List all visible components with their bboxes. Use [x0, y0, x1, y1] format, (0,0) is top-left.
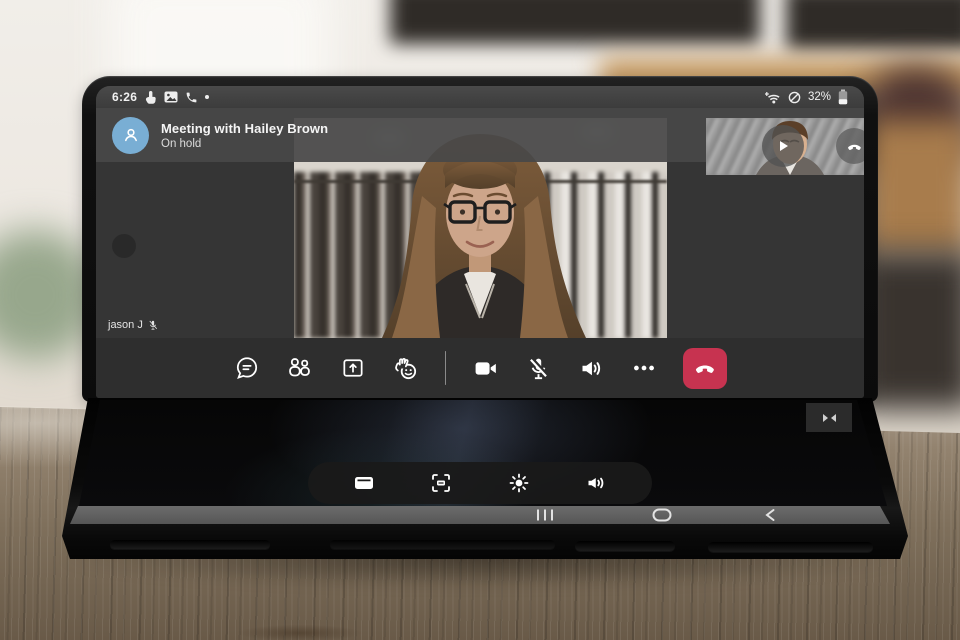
back-icon — [763, 508, 777, 522]
more-button[interactable] — [630, 354, 658, 382]
do-not-disturb-icon — [788, 91, 801, 104]
scene: 6:26 — [0, 0, 960, 640]
recents-icon — [536, 509, 554, 521]
mic-button[interactable] — [524, 354, 552, 382]
nav-back-button[interactable] — [755, 506, 785, 524]
camera-button[interactable] — [471, 354, 499, 382]
hangup-button[interactable] — [683, 348, 727, 389]
self-view-hangup-button[interactable] — [836, 128, 864, 164]
gallery-icon — [164, 91, 178, 103]
device-edge-groove — [110, 540, 270, 549]
flex-panel-collapse-button[interactable] — [806, 403, 852, 432]
meeting-title: Meeting with Hailey Brown — [161, 121, 328, 136]
upper-screen: 6:26 — [96, 86, 864, 398]
meeting-stage: Meeting with Hailey Brown On hold jason … — [96, 108, 864, 338]
screen-capture-icon — [429, 471, 453, 495]
device-edge-groove — [708, 542, 873, 552]
meeting-status: On hold — [161, 138, 328, 150]
brightness-button[interactable] — [507, 471, 531, 495]
share-screen-button[interactable] — [339, 354, 367, 382]
phone-call-icon — [185, 91, 198, 104]
person-icon — [121, 125, 141, 145]
chat-icon — [234, 355, 260, 381]
avatar — [112, 117, 149, 154]
participant-label: jason J — [108, 319, 159, 331]
hangup-icon — [693, 356, 717, 380]
brightness-icon — [507, 471, 531, 495]
self-view-tile[interactable] — [706, 118, 864, 175]
speaker-button[interactable] — [577, 354, 605, 382]
speaker-icon — [578, 355, 605, 382]
wifi-calling-icon — [765, 91, 781, 104]
more-icon — [631, 355, 657, 381]
volume-icon — [584, 471, 608, 495]
mic-off-icon — [147, 319, 159, 331]
people-icon — [286, 355, 313, 382]
camera-off-ghost — [112, 234, 136, 258]
volume-button[interactable] — [584, 471, 608, 495]
notification-dot-icon — [205, 95, 209, 99]
battery-icon — [838, 89, 848, 105]
chat-button[interactable] — [233, 354, 261, 382]
hangup-icon — [846, 138, 863, 155]
android-nav-bar — [68, 506, 898, 524]
home-icon — [652, 508, 672, 522]
raise-hand-icon — [392, 355, 419, 382]
touchpad-button[interactable] — [352, 471, 376, 495]
volume-rocker — [575, 541, 675, 551]
camera-on-icon — [472, 355, 499, 382]
lower-screen — [70, 398, 900, 508]
call-control-bar — [96, 338, 864, 398]
battery-percent: 32% — [808, 91, 831, 103]
participant-name: jason J — [108, 319, 143, 331]
people-button[interactable] — [286, 354, 314, 382]
collapse-icon — [822, 413, 837, 423]
flex-mode-panel — [308, 462, 652, 504]
wall-art-blur — [390, 0, 760, 44]
self-view-play-button[interactable] — [762, 125, 804, 167]
device-edge-groove — [330, 540, 555, 549]
share-screen-icon — [340, 355, 366, 381]
touchpad-icon — [352, 471, 376, 495]
status-bar: 6:26 — [96, 86, 864, 108]
play-icon — [775, 138, 791, 154]
wall-art-blur — [786, 0, 960, 50]
nav-recents-button[interactable] — [530, 506, 560, 524]
nav-home-button[interactable] — [647, 506, 677, 524]
screen-capture-button[interactable] — [429, 471, 453, 495]
touch-icon — [144, 90, 157, 104]
control-divider — [445, 351, 447, 385]
clock: 6:26 — [112, 90, 137, 104]
mic-off-icon — [525, 355, 552, 382]
reactions-button[interactable] — [392, 354, 420, 382]
